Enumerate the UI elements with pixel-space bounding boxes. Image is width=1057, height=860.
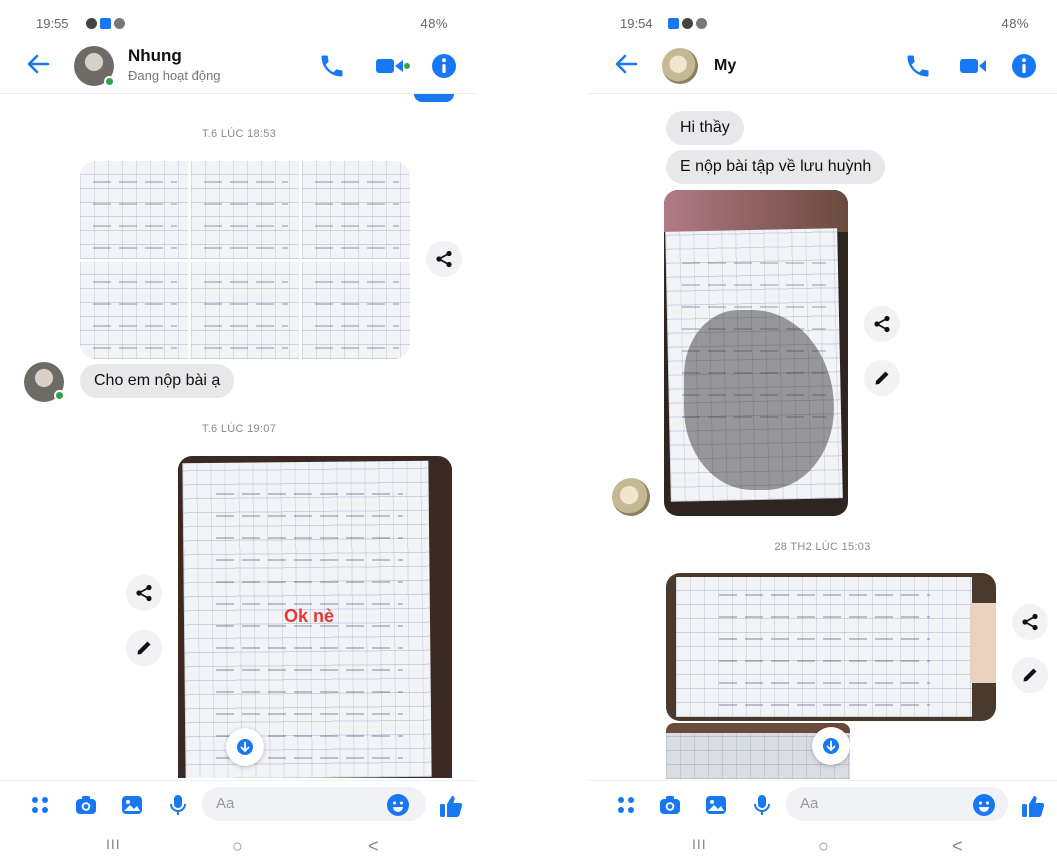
apps-icon[interactable]: [614, 793, 638, 817]
nav-back-button[interactable]: <: [952, 836, 963, 857]
avatar[interactable]: [662, 48, 698, 84]
photo-thumbnail[interactable]: [80, 261, 188, 359]
conversation-screen-nhung: 19:55 48% Nhung Đang hoạt động T.6 LÚC 1…: [0, 0, 478, 860]
status-icons: [86, 18, 125, 29]
photo-thumbnail[interactable]: [191, 161, 299, 259]
battery-level: 48%: [420, 16, 448, 31]
status-bar: 19:54 48%: [588, 12, 1057, 36]
back-arrow-icon[interactable]: [612, 50, 644, 82]
apps-icon[interactable]: [28, 793, 52, 817]
photo-album[interactable]: [80, 161, 410, 359]
like-icon[interactable]: [438, 793, 463, 817]
nav-home-button[interactable]: ○: [232, 836, 243, 857]
share-icon[interactable]: [126, 575, 162, 611]
share-icon[interactable]: [426, 241, 462, 277]
like-icon[interactable]: [1020, 793, 1045, 817]
message-bubble[interactable]: Cho em nộp bài ạ: [80, 364, 235, 398]
edit-icon[interactable]: [1012, 657, 1048, 693]
contact-name[interactable]: Nhung: [128, 46, 182, 66]
download-icon[interactable]: [812, 727, 850, 765]
message-bubble[interactable]: Hi thầy: [666, 111, 744, 145]
timestamp: 28 TH2 LÚC 15:03: [774, 541, 871, 553]
nav-back-button[interactable]: <: [368, 836, 379, 857]
timestamp: T.6 LÚC 18:53: [201, 128, 277, 140]
nav-recents-button[interactable]: III: [106, 836, 121, 852]
share-icon[interactable]: [864, 306, 900, 342]
gallery-icon[interactable]: [120, 793, 144, 817]
download-icon[interactable]: [226, 728, 264, 766]
back-arrow-icon[interactable]: [24, 50, 56, 82]
photo-thumbnail[interactable]: [191, 261, 299, 359]
phone-icon[interactable]: [318, 52, 346, 80]
photo-thumbnail[interactable]: [302, 161, 410, 259]
camera-icon[interactable]: [658, 793, 682, 817]
battery-level: 48%: [1001, 16, 1029, 31]
status-time: 19:55: [36, 16, 69, 31]
photo-message[interactable]: [666, 573, 996, 721]
status-icons: [668, 18, 707, 29]
phone-icon[interactable]: [904, 52, 932, 80]
emoji-icon[interactable]: [972, 793, 996, 817]
camera-icon[interactable]: [74, 793, 98, 817]
gallery-icon[interactable]: [704, 793, 728, 817]
share-icon[interactable]: [1012, 604, 1048, 640]
nav-recents-button[interactable]: III: [692, 836, 707, 852]
message-bubble[interactable]: E nộp bài tập về lưu huỳnh: [666, 150, 886, 184]
chat-header: My: [588, 40, 1057, 94]
composer-bar: Aa: [0, 780, 478, 826]
photo-thumbnail[interactable]: [80, 161, 188, 259]
composer-bar: Aa: [588, 780, 1057, 826]
photo-message[interactable]: [666, 723, 850, 779]
android-nav-bar: III ○ <: [588, 832, 1057, 860]
status-bar: 19:55 48%: [0, 12, 478, 36]
contact-name[interactable]: My: [714, 57, 736, 75]
edit-icon[interactable]: [864, 360, 900, 396]
video-icon[interactable]: [374, 52, 412, 80]
video-icon[interactable]: [958, 52, 988, 80]
status-time: 19:54: [620, 16, 653, 31]
info-icon[interactable]: [430, 52, 458, 80]
active-status: Đang hoạt động: [128, 68, 221, 83]
previous-message-edge: [414, 94, 454, 102]
edit-icon[interactable]: [126, 630, 162, 666]
mic-icon[interactable]: [750, 793, 774, 817]
photo-message[interactable]: Ok nè: [178, 456, 452, 778]
chat-header: Nhung Đang hoạt động: [0, 40, 478, 94]
timestamp: T.6 LÚC 19:07: [201, 423, 277, 435]
avatar[interactable]: [612, 478, 650, 516]
nav-home-button[interactable]: ○: [818, 836, 829, 857]
online-indicator: [54, 390, 65, 401]
android-nav-bar: III ○ <: [0, 832, 478, 860]
mic-icon[interactable]: [166, 793, 190, 817]
emoji-icon[interactable]: [386, 793, 410, 817]
conversation-screen-my: 19:54 48% My Hi thầy E nộp bài tập về lư…: [588, 0, 1057, 860]
online-indicator: [104, 76, 115, 87]
photo-thumbnail[interactable]: [302, 261, 410, 359]
info-icon[interactable]: [1010, 52, 1038, 80]
photo-caption: Ok nè: [284, 606, 335, 626]
photo-message[interactable]: [664, 190, 848, 516]
